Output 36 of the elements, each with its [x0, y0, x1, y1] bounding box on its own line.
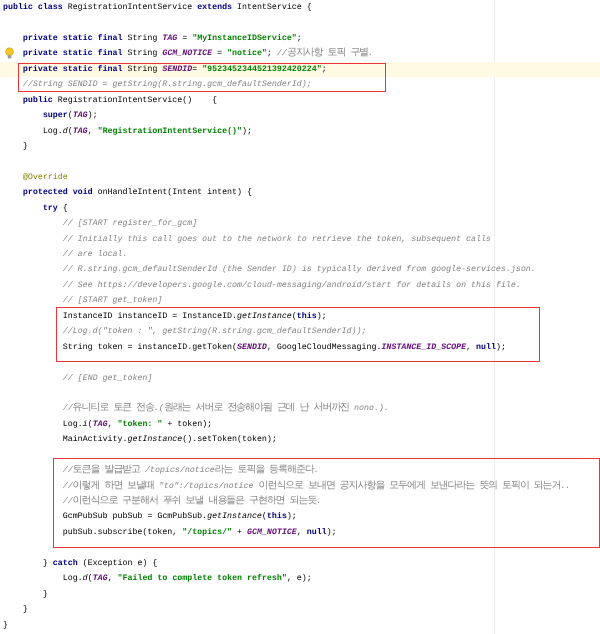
code-line: private static final String SENDID= "9523452344521392420224"; [22, 64, 327, 74]
code-line: //유니티로 토큰 전송.(원래는 서버로 전송해야됨 근데 난 서버까진 nono.). [62, 404, 389, 414]
code-line: } catch (Exception e) { [42, 558, 158, 568]
code-line: } [3, 620, 8, 630]
code-line: String token = instanceID.getToken(SENDID, GoogleCloudMessaging.INSTANCE_ID_SCOPE, null); [62, 342, 506, 352]
code-line: // are local. [62, 250, 128, 259]
code-line: //String SENDID = getString(R.string.gcm_defaultSenderId); [22, 80, 312, 90]
code-line: pubSub.subscribe(token, "/topics/" + GCM_NOTICE, null); [62, 528, 337, 537]
code-line: // R.string.gcm_defaultSenderId (the Sender ID) is typically derived from google-services.json. [62, 265, 536, 274]
code-line: try { [42, 204, 68, 213]
code-line: Log.d(TAG, "RegistrationIntentService()"); [42, 126, 252, 136]
code-line: // Initially this call goes out to the network to retrieve the token, subsequent calls [62, 234, 491, 244]
code-line: // [START get_token] [62, 296, 162, 306]
code-line: @Override [22, 172, 68, 182]
code-line: public RegistrationIntentService() { [22, 96, 218, 105]
code-line: // [END get_token] [62, 374, 152, 382]
code-line: //토큰을 발급받고 /topics/notice라는 토픽을 등록해준다. [62, 466, 319, 476]
code-line: } [42, 590, 48, 599]
code-line: Log.i(TAG, "token: " + token); [62, 420, 212, 429]
code-line: GcmPubSub pubSub = GcmPubSub.getInstance(this); [62, 512, 297, 522]
code-line: //Log.d("token : ", getString(R.string.gcm_defaultSenderId)); [62, 327, 366, 336]
code-line: public class RegistrationIntentService extends IntentService { [3, 3, 312, 12]
code-line: // See https://developers.google.com/cloud-messaging/android/start for details on this file. [62, 280, 521, 290]
code-line: private static final String GCM_NOTICE = "notice"; //공지사항 토픽 구별. [22, 49, 374, 58]
code-line: InstanceID instanceID = InstanceID.getInstance(this); [62, 312, 327, 321]
code-line: super(TAG); [42, 111, 98, 120]
code-line: } [22, 605, 28, 614]
code-line: protected void onHandleIntent(Intent intent) { [22, 188, 252, 198]
code-line: // [START register_for_gcm] [62, 219, 198, 228]
code-line: } [22, 142, 28, 151]
code-line: MainActivity.getInstance().setToken(token); [62, 435, 277, 444]
lightbulb-icon[interactable] [5, 47, 14, 60]
code-line: //이런식으로 구분해서 푸쉬 보낼 내용들은 구현하면 되는듯. [62, 497, 322, 506]
code-line: Log.d(TAG, "Failed to complete token refresh", e); [62, 574, 312, 584]
code-line: private static final String TAG = "MyInstanceIDService"; [22, 34, 302, 43]
code-line: //이렇게 하면 보낼때 "to":/topics/notice 이런식으로 보내면 공지사항을 모두에게 보낸다라는 뜻의 토픽이 되는거.. [62, 482, 570, 491]
